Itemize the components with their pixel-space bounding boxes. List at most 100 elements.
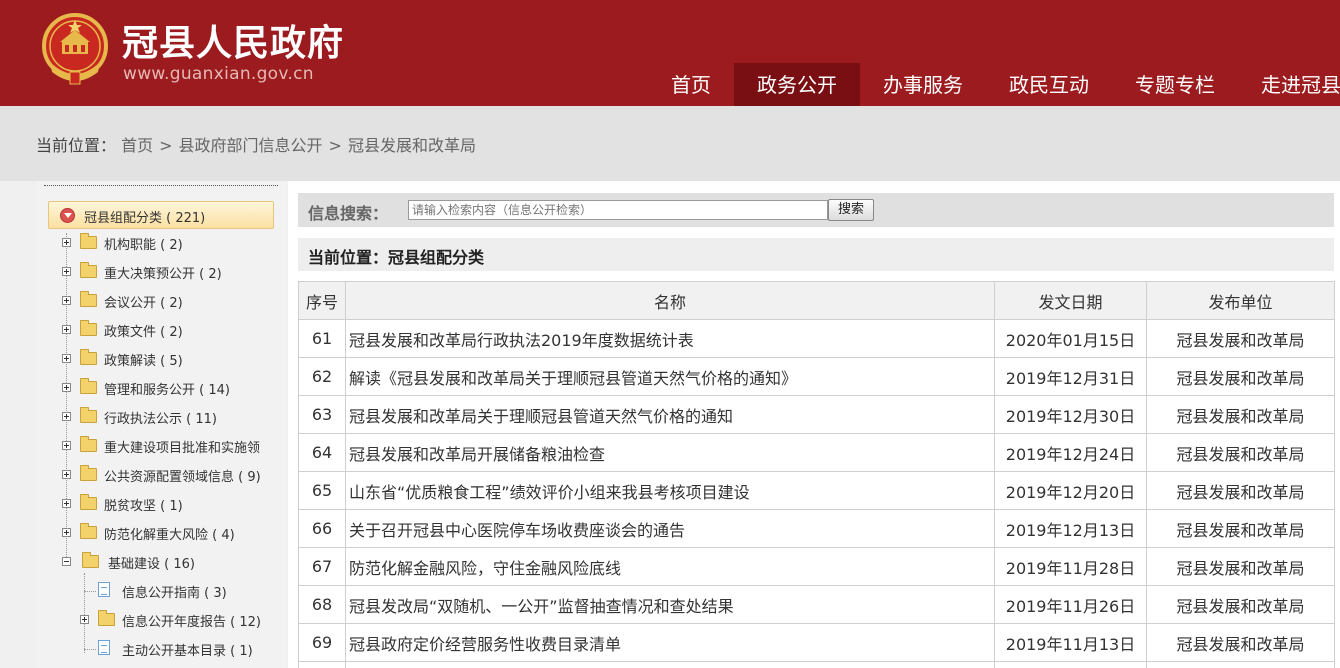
table-header-row: 序号 名称 发文日期 发布单位	[298, 281, 1335, 320]
tree-item-label[interactable]: 机构职能 ( 2)	[104, 234, 183, 253]
expand-icon[interactable]	[62, 296, 71, 305]
row-title-link[interactable]: 防范化解金融风险，守住金融风险底线	[345, 547, 995, 586]
national-emblem-icon[interactable]	[40, 12, 110, 86]
document-icon	[98, 640, 110, 655]
tree-item-label[interactable]: 会议公开 ( 2)	[104, 292, 183, 311]
breadcrumb-link-departments[interactable]: 县政府部门信息公开	[179, 136, 323, 155]
row-title-link[interactable]: 关于召开冠县中心医院停车场收费座谈会的通告	[345, 509, 995, 548]
row-date: 2019年11月13日	[994, 623, 1147, 662]
expand-icon[interactable]	[62, 354, 71, 363]
tree-guide-line	[84, 649, 96, 650]
tree-item-label[interactable]: 行政执法公示 ( 11)	[104, 408, 217, 427]
collapse-icon[interactable]	[62, 557, 71, 566]
row-title-link[interactable]: 冠县发展和改革局开展储备粮油检查	[345, 433, 995, 472]
column-header-unit: 发布单位	[1146, 281, 1335, 320]
search-button[interactable]: 搜索	[828, 199, 874, 221]
table-row: 68 冠县发改局“双随机、一公开”监督抽查情况和查处结果 2019年11月26日…	[298, 585, 1335, 624]
folder-icon	[80, 349, 97, 365]
row-title-link[interactable]	[345, 661, 995, 668]
folder-icon	[80, 436, 97, 452]
breadcrumb: 当前位置： 首页 > 县政府部门信息公开 > 冠县发展和改革局	[36, 132, 476, 156]
folder-icon	[80, 233, 97, 249]
tree-root-label[interactable]: 冠县组配分类 ( 221)	[84, 207, 205, 226]
tree-item-label[interactable]: 管理和服务公开 ( 14)	[104, 379, 230, 398]
table-row: 61 冠县发展和改革局行政执法2019年度数据统计表 2020年01月15日 冠…	[298, 319, 1335, 358]
tree-item-label[interactable]: 政策解读 ( 5)	[104, 350, 183, 369]
expand-icon[interactable]	[80, 615, 89, 624]
tree-guide-line	[84, 573, 85, 653]
row-number: 70	[298, 661, 346, 668]
breadcrumb-link-bureau[interactable]: 冠县发展和改革局	[348, 136, 476, 155]
row-number: 63	[298, 395, 346, 434]
nav-item-topics[interactable]: 专题专栏	[1112, 63, 1238, 106]
expand-icon[interactable]	[62, 499, 71, 508]
row-title-link[interactable]: 山东省“优质粮食工程”绩效评价小组来我县考核项目建设	[345, 471, 995, 510]
tree-item-label[interactable]: 公共资源配置领域信息 ( 9)	[104, 466, 261, 485]
tree-item-label[interactable]: 主动公开基本目录 ( 1)	[122, 640, 253, 659]
expand-icon[interactable]	[62, 441, 71, 450]
tree-item-label[interactable]: 基础建设 ( 16)	[108, 553, 195, 572]
nav-item-about[interactable]: 走进冠县	[1238, 63, 1340, 106]
search-input[interactable]	[408, 200, 828, 220]
collapse-circle-icon[interactable]	[60, 208, 75, 223]
row-unit: 冠县发展和改革局	[1146, 433, 1335, 472]
tree-guide-line	[84, 591, 96, 592]
column-header-date: 发文日期	[994, 281, 1147, 320]
tree-item-label[interactable]: 信息公开年度报告 ( 12)	[122, 611, 261, 630]
row-date: 2019年12月24日	[994, 433, 1147, 472]
row-date: 2019年11月28日	[994, 547, 1147, 586]
site-header: 冠县人民政府 www.guanxian.gov.cn 首页 政务公开 办事服务 …	[0, 0, 1340, 106]
folder-icon	[80, 320, 97, 336]
tree-item-label[interactable]: 脱贫攻坚 ( 1)	[104, 495, 183, 514]
row-number: 68	[298, 585, 346, 624]
current-position-bar: 当前位置：冠县组配分类	[298, 238, 1334, 271]
document-icon	[98, 582, 110, 597]
document-table: 序号 名称 发文日期 发布单位 61 冠县发展和改革局行政执法2019年度数据统…	[298, 281, 1335, 668]
nav-item-interaction[interactable]: 政民互动	[986, 63, 1112, 106]
breadcrumb-prefix: 当前位置：	[36, 136, 117, 155]
row-unit: 冠县发展和改革局	[1146, 509, 1335, 548]
row-number: 69	[298, 623, 346, 662]
current-position-label: 当前位置：冠县组配分类	[308, 248, 485, 267]
expand-icon[interactable]	[62, 267, 71, 276]
table-row: 62 解读《冠县发展和改革局关于理顺冠县管道天然气价格的通知》 2019年12月…	[298, 357, 1335, 396]
expand-icon[interactable]	[62, 238, 71, 247]
main-content: 信息搜索： 搜索 当前位置：冠县组配分类 序号 名称 发文日期 发布单位 61 …	[288, 181, 1340, 668]
row-number: 67	[298, 547, 346, 586]
breadcrumb-separator: >	[328, 136, 342, 155]
nav-item-home[interactable]: 首页	[648, 63, 734, 106]
row-title-link[interactable]: 冠县发展和改革局关于理顺冠县管道天然气价格的通知	[345, 395, 995, 434]
row-number: 62	[298, 357, 346, 396]
row-title-link[interactable]: 冠县政府定价经营服务性收费目录清单	[345, 623, 995, 662]
folder-icon	[80, 523, 97, 539]
expand-icon[interactable]	[62, 528, 71, 537]
row-title-link[interactable]: 解读《冠县发展和改革局关于理顺冠县管道天然气价格的通知》	[345, 357, 995, 396]
column-header-title: 名称	[345, 281, 995, 320]
expand-icon[interactable]	[62, 325, 71, 334]
row-unit: 冠县发展和改革局	[1146, 623, 1335, 662]
nav-item-government-affairs[interactable]: 政务公开	[734, 63, 860, 106]
tree-guide-line	[66, 233, 67, 563]
row-title-link[interactable]: 冠县发改局“双随机、一公开”监督抽查情况和查处结果	[345, 585, 995, 624]
tree-item-label[interactable]: 重大决策预公开 ( 2)	[104, 263, 222, 282]
tree-item-label[interactable]: 信息公开指南 ( 3)	[122, 582, 227, 601]
tree-item-label[interactable]: 防范化解重大风险 ( 4)	[104, 524, 235, 543]
tree-item-label[interactable]: 政策文件 ( 2)	[104, 321, 183, 340]
row-date: 2019年11月26日	[994, 585, 1147, 624]
category-tree: 冠县组配分类 ( 221) 机构职能 ( 2) 重大决策预公开 ( 2) 会议公…	[36, 181, 286, 668]
nav-item-services[interactable]: 办事服务	[860, 63, 986, 106]
expand-icon[interactable]	[62, 470, 71, 479]
site-title[interactable]: 冠县人民政府	[122, 14, 344, 66]
tree-root[interactable]: 冠县组配分类 ( 221)	[48, 201, 274, 229]
row-title-link[interactable]: 冠县发展和改革局行政执法2019年度数据统计表	[345, 319, 995, 358]
row-date: 2020年01月15日	[994, 319, 1147, 358]
row-date: 2019年12月31日	[994, 357, 1147, 396]
row-unit: 冠县发展和改革局	[1146, 547, 1335, 586]
breadcrumb-link-home[interactable]: 首页	[121, 136, 153, 155]
search-label: 信息搜索：	[308, 204, 389, 223]
row-number: 64	[298, 433, 346, 472]
row-unit: 冠县发展和改革局	[1146, 585, 1335, 624]
expand-icon[interactable]	[62, 383, 71, 392]
tree-item-label[interactable]: 重大建设项目批准和实施领	[104, 437, 260, 456]
expand-icon[interactable]	[62, 412, 71, 421]
